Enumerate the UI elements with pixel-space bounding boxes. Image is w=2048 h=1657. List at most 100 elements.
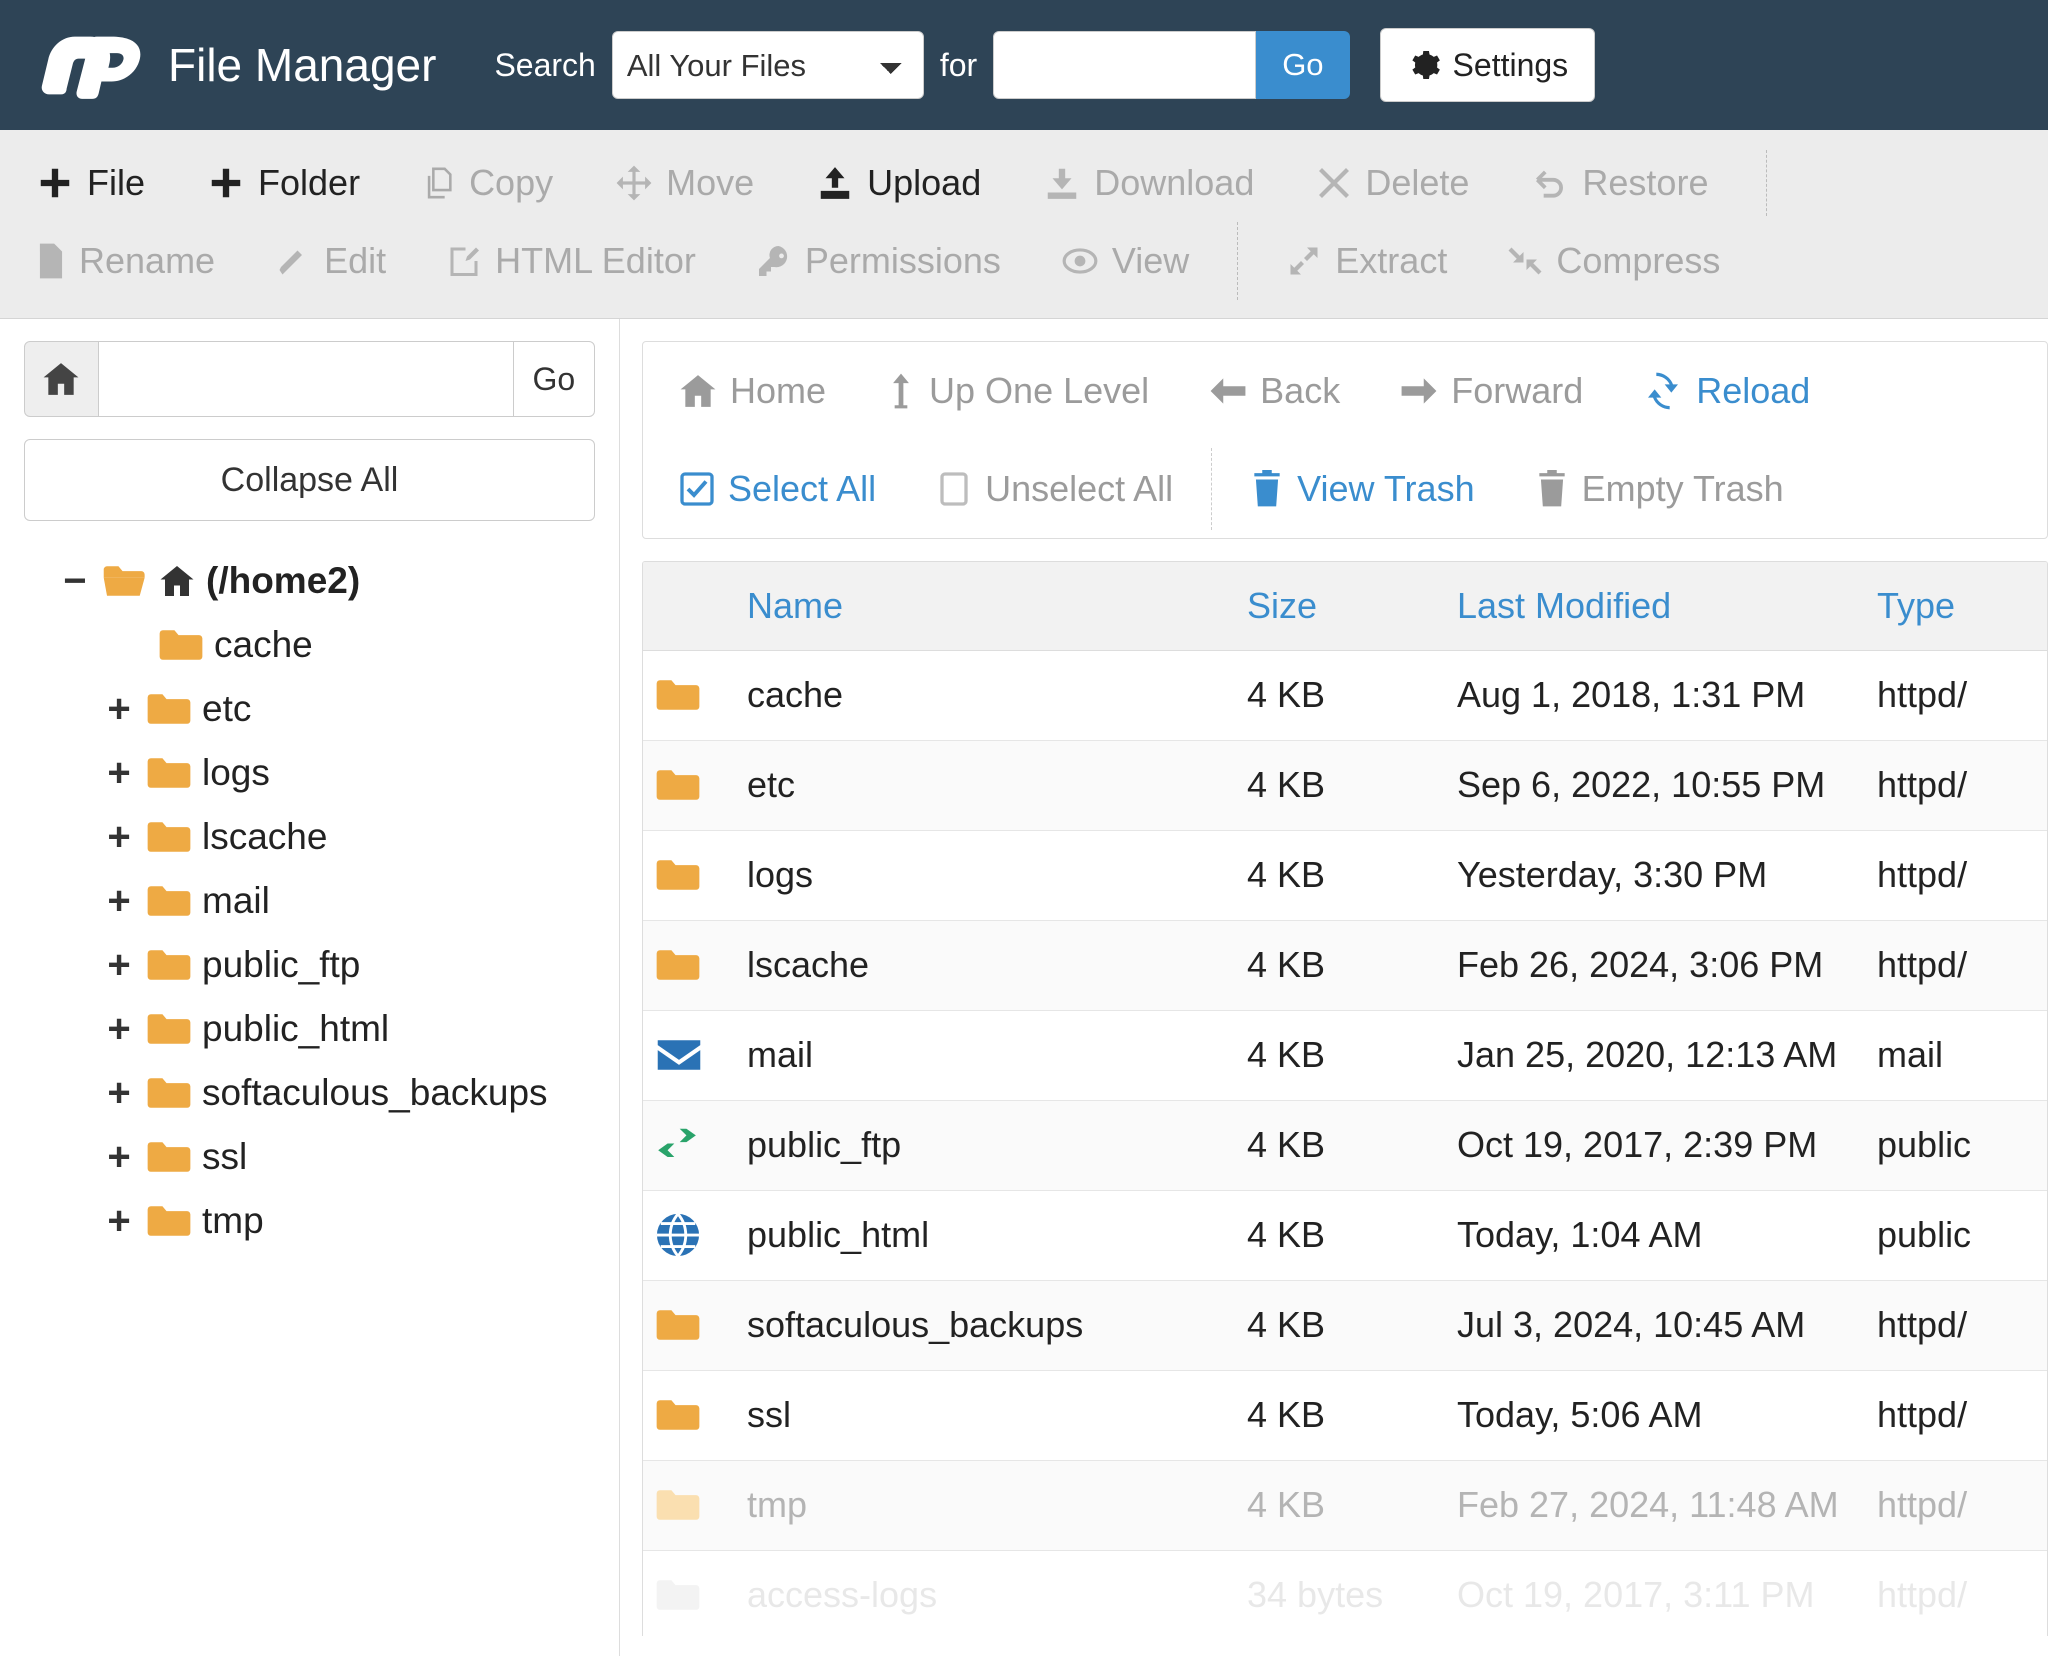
tree-toggle-icon[interactable]: + <box>102 817 136 857</box>
tree-node-ssl[interactable]: + ssl <box>24 1125 595 1189</box>
row-icon-cell <box>643 740 735 831</box>
view-button[interactable]: View <box>1061 240 1189 282</box>
directory-sidebar: Go Collapse All − (/home2) cache + etc +… <box>0 319 620 1656</box>
settings-button[interactable]: Settings <box>1379 28 1596 102</box>
copy-button[interactable]: Copy <box>422 162 553 204</box>
row-name[interactable]: public_ftp <box>735 1100 1235 1191</box>
tree-node-public-html[interactable]: + public_html <box>24 997 595 1061</box>
delete-button[interactable]: Delete <box>1316 162 1469 204</box>
nav-forward-button[interactable]: Forward <box>1400 370 1583 412</box>
row-size: 4 KB <box>1235 1190 1445 1281</box>
nav-home-button[interactable]: Home <box>679 370 826 412</box>
tree-toggle-icon[interactable]: + <box>102 1201 136 1241</box>
table-row[interactable]: ssl 4 KB Today, 5:06 AM httpd/ <box>643 1370 2047 1461</box>
row-name[interactable]: ssl <box>735 1370 1235 1461</box>
path-go-button[interactable]: Go <box>512 341 595 417</box>
tree-toggle-icon[interactable]: + <box>102 1073 136 1113</box>
row-size: 4 KB <box>1235 1280 1445 1371</box>
move-button[interactable]: Move <box>615 162 754 204</box>
empty-trash-button[interactable]: Empty Trash <box>1535 468 1784 510</box>
folder-icon <box>159 630 203 660</box>
tree-toggle-icon[interactable]: + <box>102 1009 136 1049</box>
folder-icon <box>147 1206 191 1236</box>
tree-toggle-icon[interactable]: + <box>102 1137 136 1177</box>
tree-node-mail[interactable]: + mail <box>24 869 595 933</box>
table-row[interactable]: logs 4 KB Yesterday, 3:30 PM httpd/ <box>643 830 2047 921</box>
tree-toggle-icon[interactable]: + <box>102 689 136 729</box>
row-type: httpd/ <box>1865 1280 2047 1371</box>
tree-node-home2[interactable]: − (/home2) <box>24 549 595 613</box>
new-file-button[interactable]: File <box>36 162 145 204</box>
table-row[interactable]: etc 4 KB Sep 6, 2022, 10:55 PM httpd/ <box>643 740 2047 831</box>
row-name[interactable]: logs <box>735 830 1235 921</box>
html-editor-button[interactable]: HTML Editor <box>446 240 696 282</box>
tree-node-logs[interactable]: + logs <box>24 741 595 805</box>
row-name[interactable]: mail <box>735 1010 1235 1101</box>
table-row[interactable]: lscache 4 KB Feb 26, 2024, 3:06 PM httpd… <box>643 920 2047 1011</box>
nav-divider <box>1211 448 1213 530</box>
view-trash-button[interactable]: View Trash <box>1250 468 1475 510</box>
move-icon <box>615 164 653 202</box>
nav-back-button[interactable]: Back <box>1209 370 1340 412</box>
row-modified: Sep 6, 2022, 10:55 PM <box>1445 740 1865 831</box>
table-row[interactable]: cache 4 KB Aug 1, 2018, 1:31 PM httpd/ <box>643 650 2047 741</box>
column-header-last-modified[interactable]: Last Modified <box>1445 562 1865 651</box>
tree-toggle-icon[interactable]: − <box>58 561 92 601</box>
new-folder-button[interactable]: Folder <box>207 162 360 204</box>
nav-up-one-level-button[interactable]: Up One Level <box>886 370 1149 412</box>
home-icon <box>680 375 716 407</box>
row-modified: Jan 25, 2020, 12:13 AM <box>1445 1010 1865 1101</box>
row-name[interactable]: softaculous_backups <box>735 1280 1235 1371</box>
path-home-button[interactable] <box>24 341 99 417</box>
tree-toggle-icon[interactable]: + <box>102 881 136 921</box>
row-name[interactable]: public_html <box>735 1190 1235 1281</box>
row-name[interactable]: cache <box>735 650 1235 741</box>
permissions-button[interactable]: Permissions <box>756 240 1001 282</box>
tree-node-etc[interactable]: + etc <box>24 677 595 741</box>
unselect-all-button[interactable]: Unselect All <box>936 468 1173 510</box>
rename-button[interactable]: Rename <box>36 240 215 282</box>
row-type: httpd/ <box>1865 740 2047 831</box>
table-row[interactable]: public_ftp 4 KB Oct 19, 2017, 2:39 PM pu… <box>643 1100 2047 1191</box>
row-name[interactable]: tmp <box>735 1460 1235 1551</box>
tree-node-cache[interactable]: cache <box>24 613 595 677</box>
edit-button[interactable]: Edit <box>275 240 386 282</box>
table-row[interactable]: mail 4 KB Jan 25, 2020, 12:13 AM mail <box>643 1010 2047 1101</box>
column-header-name[interactable]: Name <box>735 562 1235 651</box>
row-name[interactable]: etc <box>735 740 1235 831</box>
exchange-icon <box>655 1126 735 1164</box>
download-button[interactable]: Download <box>1043 162 1254 204</box>
move-label: Move <box>666 162 755 203</box>
row-name[interactable]: lscache <box>735 920 1235 1011</box>
tree-node-lscache[interactable]: + lscache <box>24 805 595 869</box>
row-name[interactable]: access-logs <box>735 1550 1235 1636</box>
nav-reload-button[interactable]: Reload <box>1643 370 1810 412</box>
tree-node-tmp[interactable]: + tmp <box>24 1189 595 1253</box>
row-modified: Today, 1:04 AM <box>1445 1190 1865 1281</box>
search-go-button[interactable]: Go <box>1256 31 1350 99</box>
table-row[interactable]: access-logs 34 bytes Oct 19, 2017, 3:11 … <box>643 1550 2047 1636</box>
content-area: Go Collapse All − (/home2) cache + etc +… <box>0 319 2048 1656</box>
tree-toggle-icon[interactable]: + <box>102 753 136 793</box>
undo-icon <box>1531 164 1569 202</box>
compress-button[interactable]: Compress <box>1507 240 1720 282</box>
tree-toggle-icon[interactable]: + <box>102 945 136 985</box>
table-row[interactable]: softaculous_backups 4 KB Jul 3, 2024, 10… <box>643 1280 2047 1371</box>
arrow-left-icon <box>1210 378 1246 404</box>
extract-button[interactable]: Extract <box>1286 240 1447 282</box>
search-input[interactable] <box>993 31 1257 99</box>
extract-label: Extract <box>1335 240 1448 281</box>
select-all-button[interactable]: Select All <box>679 468 876 510</box>
collapse-all-button[interactable]: Collapse All <box>24 439 595 521</box>
table-row[interactable]: public_html 4 KB Today, 1:04 AM public <box>643 1190 2047 1281</box>
tree-node-public-ftp[interactable]: + public_ftp <box>24 933 595 997</box>
row-icon-cell <box>643 920 735 1011</box>
path-input[interactable] <box>98 341 513 417</box>
restore-button[interactable]: Restore <box>1531 162 1708 204</box>
column-header-type[interactable]: Type <box>1865 562 2047 651</box>
table-row[interactable]: tmp 4 KB Feb 27, 2024, 11:48 AM httpd/ <box>643 1460 2047 1551</box>
column-header-size[interactable]: Size <box>1235 562 1445 651</box>
search-scope-select[interactable]: All Your Files <box>611 31 924 99</box>
tree-node-softaculous-backups[interactable]: + softaculous_backups <box>24 1061 595 1125</box>
upload-button[interactable]: Upload <box>816 162 981 204</box>
